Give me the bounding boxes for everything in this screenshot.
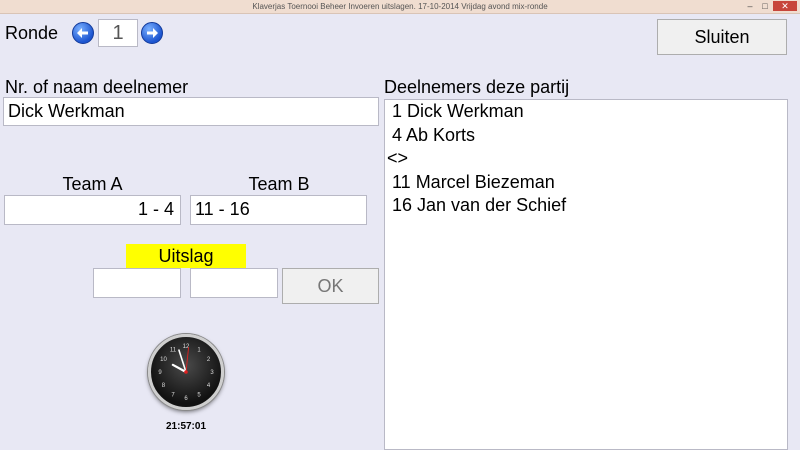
list-item[interactable]: 1 Dick Werkman bbox=[385, 100, 787, 124]
list-item[interactable]: <> bbox=[385, 147, 787, 171]
list-item[interactable]: 11 Marcel Biezeman bbox=[385, 171, 787, 195]
clock-numeral: 2 bbox=[207, 357, 211, 363]
team-b-label: Team B bbox=[248, 174, 310, 194]
arrow-left-icon bbox=[77, 28, 88, 38]
list-label: Deelnemers deze partij bbox=[384, 77, 570, 97]
list-item[interactable]: 4 Ab Korts bbox=[385, 124, 787, 148]
ok-button[interactable]: OK bbox=[282, 268, 379, 304]
round-label: Ronde bbox=[5, 23, 59, 43]
close-button[interactable]: Sluiten bbox=[657, 19, 787, 55]
maximize-button[interactable]: □ bbox=[758, 1, 772, 11]
team-a-field[interactable]: 1 - 4 bbox=[4, 195, 181, 225]
arrow-right-icon bbox=[147, 28, 158, 38]
team-a-label: Team A bbox=[62, 174, 123, 194]
participants-listbox[interactable]: 1 Dick Werkman 4 Ab Korts <> 11 Marcel B… bbox=[384, 99, 788, 450]
minimize-button[interactable]: – bbox=[743, 1, 757, 11]
clock-numeral: 7 bbox=[171, 393, 175, 399]
clock-time: 21:57:01 bbox=[165, 421, 207, 432]
window-titlebar: Klaverjas Toernooi Beheer Invoeren uitsl… bbox=[0, 0, 800, 14]
result-team-b-input[interactable] bbox=[190, 268, 278, 298]
previous-round-button[interactable] bbox=[72, 22, 94, 44]
clock-numeral: 3 bbox=[210, 370, 214, 376]
clock-numeral: 1 bbox=[197, 347, 201, 353]
participant-input[interactable]: Dick Werkman bbox=[3, 97, 379, 126]
list-item[interactable]: 16 Jan van der Schief bbox=[385, 194, 787, 218]
clock-numeral: 6 bbox=[184, 396, 188, 402]
close-window-button[interactable]: ✕ bbox=[773, 1, 797, 11]
next-round-button[interactable] bbox=[141, 22, 163, 44]
clock-numeral: 10 bbox=[160, 357, 167, 363]
clock-numeral: 8 bbox=[162, 383, 166, 389]
clock-numeral: 5 bbox=[197, 393, 201, 399]
round-number-field[interactable]: 1 bbox=[98, 19, 138, 47]
clock-numeral: 4 bbox=[207, 383, 211, 389]
result-team-a-input[interactable] bbox=[93, 268, 181, 298]
analog-clock: 1 2 3 4 5 6 7 8 9 10 11 12 bbox=[148, 334, 224, 410]
clock-numeral: 12 bbox=[183, 344, 190, 350]
result-label: Uitslag bbox=[126, 244, 246, 268]
clock-numeral: 11 bbox=[170, 347, 177, 353]
clock-numeral: 9 bbox=[158, 370, 162, 376]
window-title: Klaverjas Toernooi Beheer Invoeren uitsl… bbox=[252, 2, 548, 11]
participant-label: Nr. of naam deelnemer bbox=[5, 77, 189, 97]
team-b-field[interactable]: 11 - 16 bbox=[190, 195, 367, 225]
clock-face-icon: 123456789101112 bbox=[158, 344, 214, 402]
